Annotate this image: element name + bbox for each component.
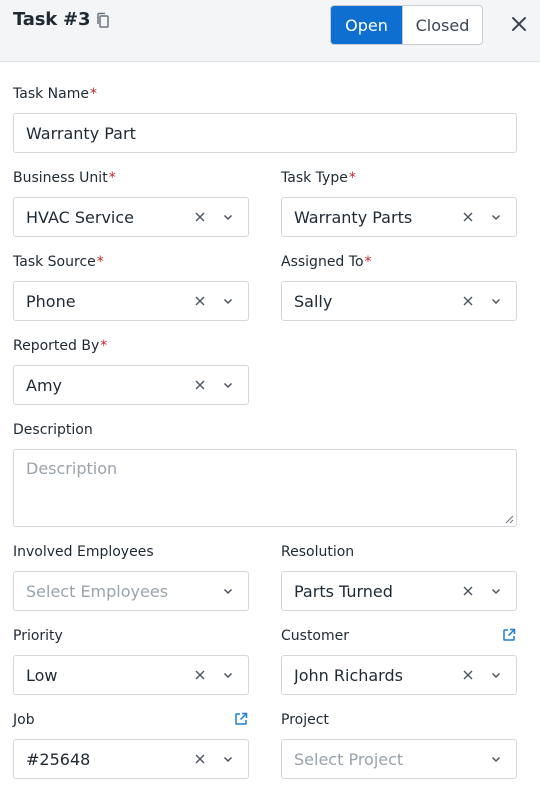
resolution-label: Resolution (281, 544, 355, 560)
business-unit-select[interactable]: HVAC Service (13, 197, 249, 237)
chevron-down-icon[interactable] (222, 669, 234, 681)
clear-icon[interactable] (462, 211, 474, 223)
copy-icon[interactable] (95, 12, 111, 30)
clear-icon[interactable] (462, 585, 474, 597)
task-source-select[interactable]: Phone (13, 281, 249, 321)
job-label: Job (13, 712, 35, 728)
task-name-label: Task Name* (13, 86, 97, 102)
task-type-select[interactable]: Warranty Parts (281, 197, 517, 237)
clear-icon[interactable] (194, 379, 206, 391)
chevron-down-icon[interactable] (222, 211, 234, 223)
involved-employees-label: Involved Employees (13, 544, 154, 560)
clear-icon[interactable] (462, 669, 474, 681)
task-title: Task #3 (13, 9, 91, 30)
chevron-down-icon[interactable] (490, 585, 502, 597)
customer-select[interactable]: John Richards (281, 655, 517, 695)
chevron-down-icon[interactable] (490, 211, 502, 223)
task-name-input[interactable]: Warranty Part (13, 113, 517, 153)
description-label: Description (13, 422, 93, 438)
reported-by-label: Reported By* (13, 338, 108, 354)
chevron-down-icon[interactable] (222, 379, 234, 391)
clear-icon[interactable] (194, 211, 206, 223)
priority-label: Priority (13, 628, 63, 644)
chevron-down-icon[interactable] (490, 669, 502, 681)
business-unit-label: Business Unit* (13, 170, 116, 186)
chevron-down-icon[interactable] (222, 585, 234, 597)
description-textarea[interactable]: Description (13, 449, 517, 527)
close-icon[interactable] (511, 16, 527, 32)
project-select[interactable]: Select Project (281, 739, 517, 779)
chevron-down-icon[interactable] (222, 753, 234, 765)
customer-label: Customer (281, 628, 350, 644)
chevron-down-icon[interactable] (490, 753, 502, 765)
job-select[interactable]: #25648 (13, 739, 249, 779)
task-source-label: Task Source* (13, 254, 104, 270)
clear-icon[interactable] (194, 295, 206, 307)
resolution-select[interactable]: Parts Turned (281, 571, 517, 611)
project-label: Project (281, 712, 329, 728)
priority-select[interactable]: Low (13, 655, 249, 695)
clear-icon[interactable] (462, 295, 474, 307)
chevron-down-icon[interactable] (222, 295, 234, 307)
assigned-to-select[interactable]: Sally (281, 281, 517, 321)
external-link-icon[interactable] (502, 628, 516, 642)
external-link-icon[interactable] (234, 712, 248, 726)
status-closed-button[interactable]: Closed (402, 6, 482, 44)
task-type-label: Task Type* (281, 170, 356, 186)
involved-employees-select[interactable]: Select Employees (13, 571, 249, 611)
chevron-down-icon[interactable] (490, 295, 502, 307)
resize-handle-icon[interactable] (505, 515, 514, 524)
status-open-button[interactable]: Open (331, 6, 402, 44)
clear-icon[interactable] (194, 669, 206, 681)
assigned-to-label: Assigned To* (281, 254, 372, 270)
task-header: Task #3 Open Closed (0, 0, 540, 62)
clear-icon[interactable] (194, 753, 206, 765)
reported-by-select[interactable]: Amy (13, 365, 249, 405)
status-toggle: Open Closed (330, 5, 483, 45)
